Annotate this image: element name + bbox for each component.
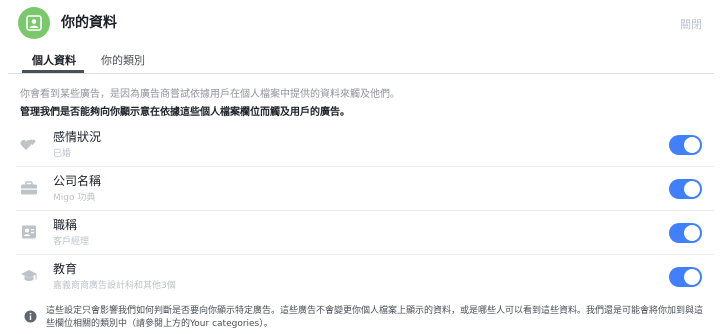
hearts-icon: [20, 136, 38, 152]
setting-row-job-title: 職稱 客戶經理: [16, 211, 714, 255]
setting-row-employer: 公司名稱 Migo 功典: [16, 167, 714, 211]
graduation-cap-icon: [20, 268, 38, 284]
setting-row-relationship: 感情狀況 已婚: [16, 123, 714, 167]
intro-text: 你會看到某些廣告，是因為廣告商嘗試依據用戶在個人檔案中提供的資料來觸及他們。: [20, 89, 400, 100]
job-title-toggle[interactable]: [669, 223, 702, 243]
your-information-panel: 你的資料 關閉 個人資料 你的類別 你會看到某些廣告，是因為廣告商嘗試依據用戶在…: [4, 0, 714, 334]
panel-title: 你的資料: [61, 15, 117, 31]
toggle-knob: [684, 137, 700, 153]
close-button[interactable]: 關閉: [680, 16, 702, 32]
panel-header: 你的資料 關閉: [4, 0, 714, 44]
row-title: 感情狀況: [53, 130, 102, 144]
toggle-knob: [684, 269, 700, 285]
briefcase-icon: [20, 180, 38, 196]
education-toggle[interactable]: [669, 267, 702, 287]
row-value: 已婚: [53, 149, 72, 159]
employer-toggle[interactable]: [669, 179, 702, 199]
row-value: Migo 功典: [53, 193, 96, 203]
profile-card-icon: [18, 7, 50, 39]
toggle-knob: [684, 181, 700, 197]
row-title: 公司名稱: [53, 174, 102, 188]
relationship-toggle[interactable]: [669, 135, 702, 155]
tab-your-categories[interactable]: 你的類別: [101, 52, 145, 68]
intro-instruction: 管理我們是否能夠向你顯示意在依據這些個人檔案欄位而觸及用戶的廣告。: [20, 107, 350, 118]
setting-row-education: 教育 嘉義商商廣告設計科和其他3個: [16, 255, 714, 299]
toggle-knob: [684, 225, 700, 241]
row-title: 教育: [53, 262, 78, 276]
id-badge-icon: [20, 224, 38, 240]
footer-note: 這些設定只會影響我們如何判斷是否要向你顯示特定廣告。這些廣告不會變更你個人檔案上…: [46, 306, 704, 329]
tab-profile-info[interactable]: 個人資料: [32, 52, 76, 68]
info-icon: [24, 308, 37, 323]
row-title: 職稱: [53, 218, 78, 232]
row-value: 客戶經理: [53, 237, 90, 247]
row-value: 嘉義商商廣告設計科和其他3個: [53, 281, 176, 291]
tabs-divider: [8, 73, 714, 74]
